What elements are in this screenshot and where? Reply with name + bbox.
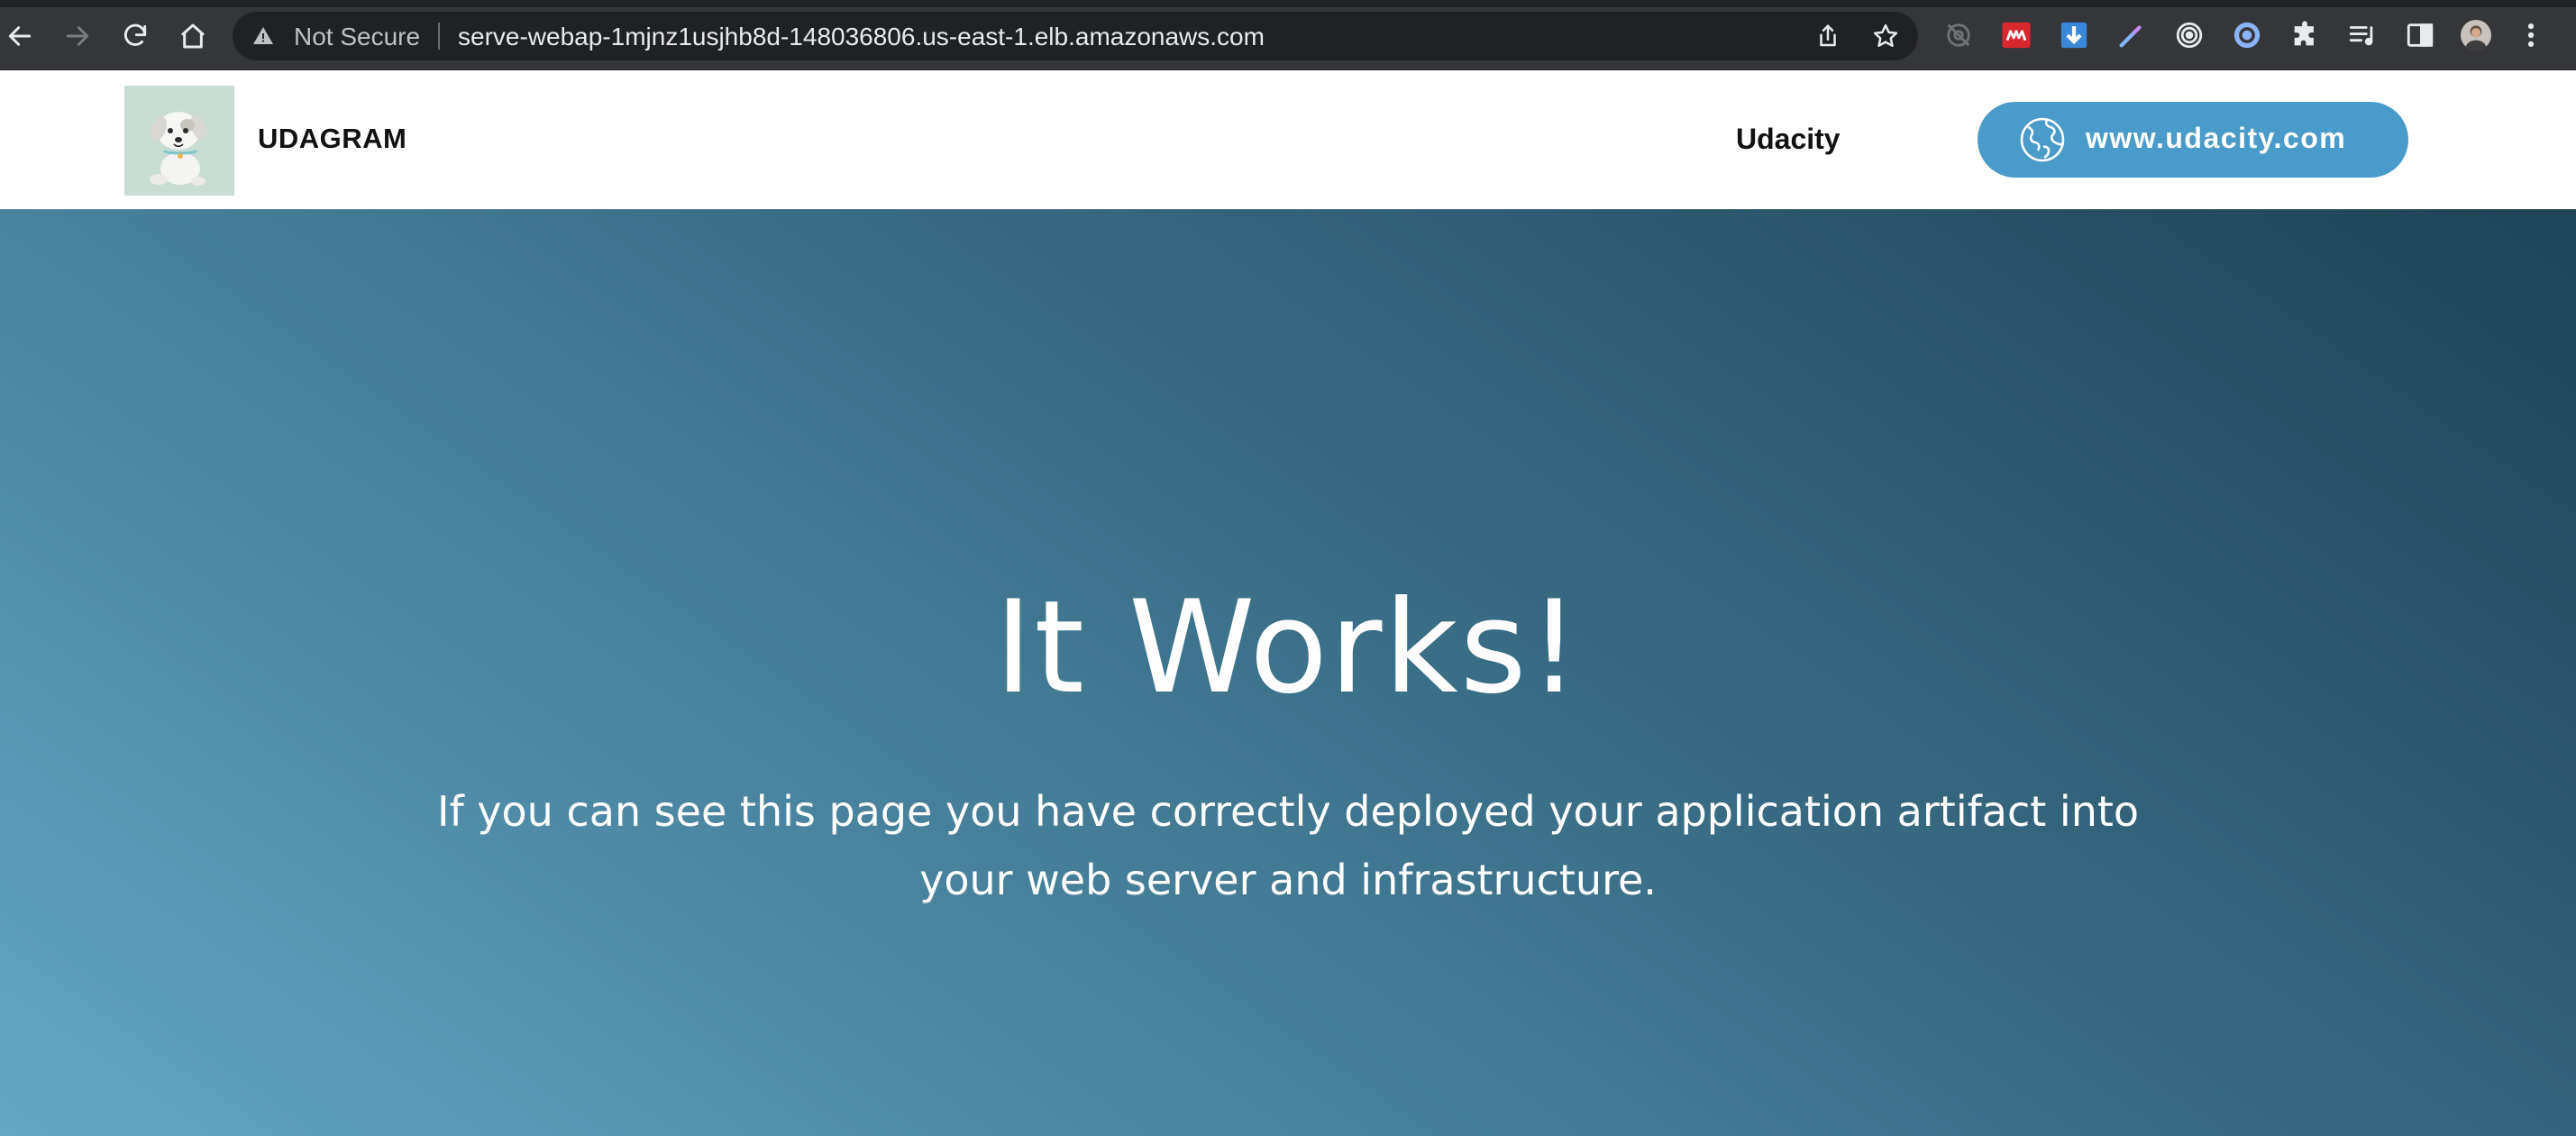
download-extension-icon[interactable]	[2057, 18, 2091, 52]
warning-icon[interactable]	[252, 25, 274, 47]
back-icon[interactable]	[2, 18, 38, 54]
site-header: UDAGRAM Udacity www.udacity.com	[0, 70, 2576, 209]
udacity-website-button[interactable]: www.udacity.com	[1978, 102, 2408, 178]
side-panel-icon[interactable]	[2403, 18, 2437, 52]
omnibox-divider	[438, 23, 440, 50]
reload-icon[interactable]	[117, 18, 153, 54]
brand-name[interactable]: UDAGRAM	[258, 123, 406, 155]
target-extension-icon[interactable]	[2172, 18, 2206, 52]
screen-capture-extension-icon[interactable]	[1941, 18, 1976, 52]
hero-title: It Works!	[994, 573, 1582, 722]
kebab-menu-icon[interactable]	[2520, 18, 2542, 52]
hero-subtitle-line-2: your web server and infrastructure.	[919, 856, 1657, 904]
hero-subtitle-line-1: If you can see this page you have correc…	[436, 787, 2140, 836]
mendeley-extension-icon[interactable]	[1999, 18, 2033, 52]
hero-section: It Works! If you can see this page you h…	[0, 209, 2576, 1136]
circle-extension-icon[interactable]	[2230, 18, 2264, 52]
reading-list-icon[interactable]	[2345, 18, 2380, 52]
tab-strip	[0, 0, 2576, 7]
home-icon[interactable]	[175, 18, 211, 54]
share-icon[interactable]	[1813, 22, 1842, 50]
puppy-logo[interactable]	[124, 86, 234, 196]
browser-toolbar: Not Secure serve-webap-1mjnz1usjhb8d-148…	[0, 0, 2576, 70]
extensions-puzzle-icon[interactable]	[2288, 18, 2322, 52]
profile-avatar[interactable]	[2459, 18, 2493, 52]
udacity-website-label: www.udacity.com	[2086, 122, 2347, 154]
security-status-label[interactable]: Not Secure	[294, 23, 420, 51]
eyedropper-extension-icon[interactable]	[2115, 18, 2149, 52]
globe-icon	[2019, 116, 2066, 163]
url-text[interactable]: serve-webap-1mjnz1usjhb8d-148036806.us-e…	[458, 23, 1265, 51]
address-bar[interactable]: Not Secure serve-webap-1mjnz1usjhb8d-148…	[233, 12, 1918, 60]
hero-subtitle: If you can see this page you have correc…	[387, 777, 2189, 914]
bookmark-star-icon[interactable]	[1871, 22, 1900, 50]
nav-link-udacity[interactable]: Udacity	[1736, 123, 1841, 156]
forward-icon[interactable]	[59, 18, 96, 54]
